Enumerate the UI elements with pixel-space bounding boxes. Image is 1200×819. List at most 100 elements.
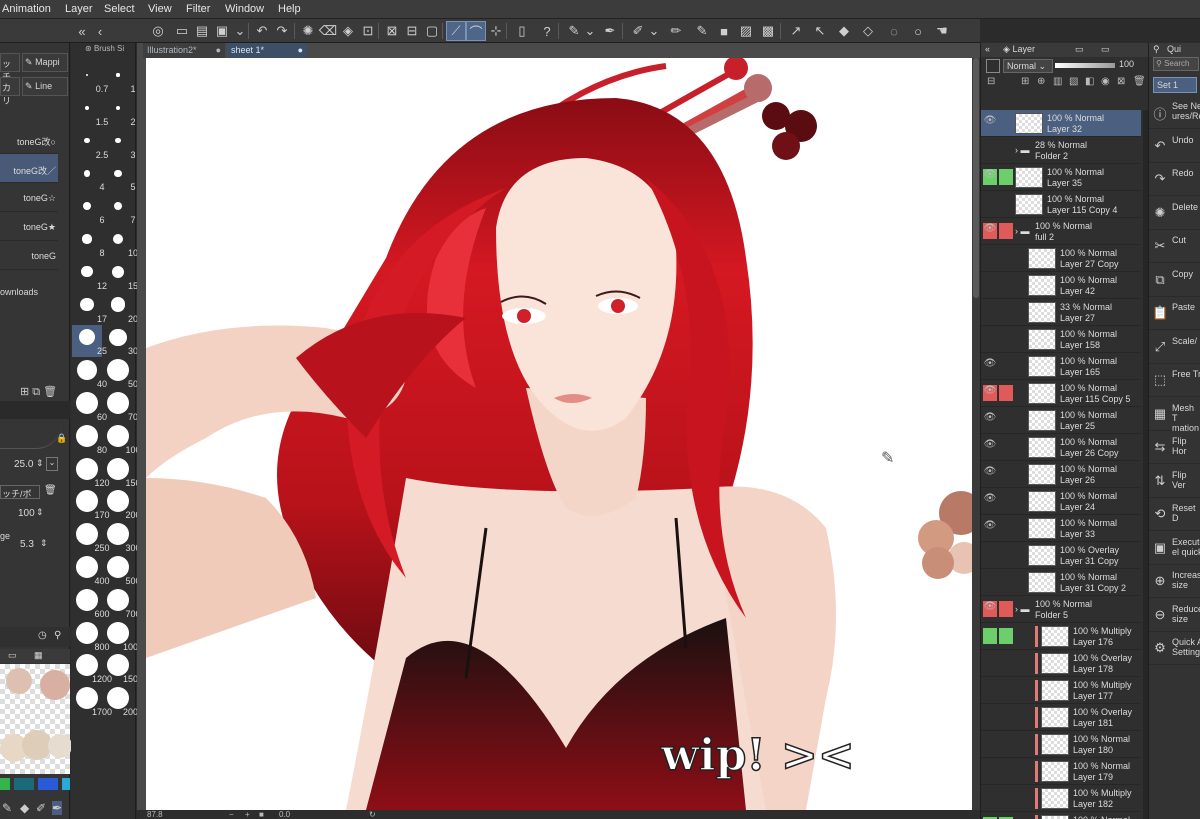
color-swatch[interactable] — [38, 778, 58, 790]
property-tab-icon[interactable]: ▭ — [1101, 44, 1110, 55]
brush-size-value[interactable]: 25.0 — [14, 459, 33, 470]
sub-tool-mapping[interactable]: ✎ Mappi — [22, 53, 68, 72]
brush-size-item[interactable]: 1.5 — [72, 96, 108, 128]
layer-folder[interactable]: 👁 › ▬ 100 % Normal full 2 — [981, 218, 1141, 245]
eye-icon[interactable] — [983, 736, 997, 752]
brush-size-item[interactable]: 0.7 — [72, 63, 108, 95]
command-execute[interactable]: ▣ Execute el quick — [1149, 532, 1200, 565]
eye-icon[interactable]: 👁 — [983, 115, 997, 131]
zoom-in-icon[interactable]: + — [245, 810, 250, 819]
navigator-tab-icon[interactable]: ▭ — [1075, 44, 1084, 55]
brush-size-item[interactable]: 1700 — [72, 686, 112, 718]
search-icon[interactable]: ⚲ — [1153, 44, 1160, 55]
command-flip-v[interactable]: ⇅ Flip Ver — [1149, 465, 1200, 498]
eye-icon[interactable]: 👁 — [983, 439, 997, 455]
tone-item[interactable]: toneG★ — [0, 212, 58, 241]
new-vector-icon[interactable]: ⊕ — [1037, 76, 1045, 87]
brush-size-item[interactable]: 25 — [72, 325, 107, 358]
command-scissors[interactable]: ✂ Cut — [1149, 230, 1200, 263]
brush-icon[interactable]: ✎ — [2, 801, 12, 815]
layer-lock-icon[interactable] — [999, 763, 1013, 779]
menu-view[interactable]: View — [148, 3, 172, 15]
brush-size-item[interactable]: 3 — [103, 129, 136, 161]
eye-icon[interactable] — [983, 277, 997, 293]
color-tab-icon[interactable]: ▭ — [8, 650, 17, 661]
brush-size-item[interactable]: 70 — [103, 391, 138, 423]
command-paste[interactable]: 📋 Paste — [1149, 297, 1200, 330]
brush-size-item[interactable]: 6 — [72, 194, 105, 226]
brush-size-tab[interactable]: ⊛ Brush Si — [85, 44, 124, 56]
layer-folder[interactable]: 👁 › ▬ 100 % Normal Folder 5 — [981, 596, 1141, 623]
layer-row[interactable]: 100 % Normal Layer 42 — [981, 272, 1141, 299]
select-tool-icon[interactable]: ↖ — [810, 21, 830, 41]
eye-icon[interactable]: 👁 — [983, 358, 997, 374]
eye-icon[interactable] — [983, 655, 997, 671]
quick-search-input[interactable]: ⚲ Search — [1153, 57, 1199, 71]
command-mesh[interactable]: ▦ Mesh T mation — [1149, 398, 1200, 433]
layer-lock-icon[interactable] — [999, 277, 1013, 293]
help-icon[interactable]: ? — [537, 21, 557, 41]
fit-icon[interactable]: ■ — [259, 810, 264, 819]
eye-icon[interactable]: 👁 — [983, 223, 997, 239]
layer-tab[interactable]: ◈ Layer — [1003, 44, 1035, 55]
layer-lock-icon[interactable] — [999, 466, 1013, 482]
brush-size-item[interactable]: 80 — [72, 424, 107, 456]
close-icon[interactable]: ● — [298, 45, 303, 55]
vertical-scrollbar[interactable] — [972, 58, 980, 810]
pressure-curve[interactable] — [0, 423, 62, 449]
menu-select[interactable]: Select — [104, 3, 135, 15]
command-copy[interactable]: ⧉ Copy — [1149, 264, 1200, 297]
pencil-icon[interactable]: ✏ — [666, 21, 686, 41]
layer-lock-icon[interactable] — [999, 142, 1013, 158]
layer-lock-icon[interactable] — [999, 547, 1013, 563]
layer-type-icon[interactable] — [986, 59, 1000, 73]
collapse-left-icon[interactable]: « — [72, 21, 92, 41]
layer-lock-icon[interactable] — [999, 358, 1013, 374]
brush-size-item[interactable]: 100 — [103, 424, 141, 456]
command-quick-access[interactable]: ⚙ Quick A Settings — [1149, 632, 1200, 665]
folder-icon[interactable]: › ▬ — [1015, 604, 1030, 614]
eye-icon[interactable] — [983, 709, 997, 725]
deselect-icon[interactable]: ⊠ — [382, 21, 402, 41]
layer-row[interactable]: 100 % Normal Layer 115 Copy 4 — [981, 191, 1141, 218]
pen-icon[interactable]: ✒ — [52, 801, 63, 815]
layer-row[interactable]: 👁 100 % Normal Layer 26 Copy — [981, 434, 1141, 461]
brush-size-item[interactable]: 60 — [72, 391, 107, 423]
brush-size-item[interactable]: 700 — [103, 588, 141, 620]
brush-size-item[interactable]: 17 — [72, 293, 107, 325]
stepper-icon[interactable]: ⇕ — [36, 507, 44, 518]
layer-row[interactable]: 👁 100 % Normal Layer 32 — [981, 110, 1141, 137]
stepper-icon[interactable]: ⇕ — [40, 538, 48, 549]
rotate-icon[interactable]: ↻ — [369, 810, 376, 819]
crop-icon[interactable]: ⊡ — [358, 21, 378, 41]
layer-lock-icon[interactable] — [999, 601, 1013, 617]
lasso-icon[interactable]: ◌ — [884, 21, 904, 41]
command-scale[interactable]: ⤢ Scale/ — [1149, 331, 1200, 364]
brush-size-item[interactable]: 300 — [103, 522, 141, 554]
tone-item[interactable]: toneG — [0, 241, 58, 270]
marker-icon[interactable]: ✎ — [692, 21, 712, 41]
brush-size-item[interactable]: 40 — [72, 358, 107, 390]
brush-size-item[interactable]: 50 — [103, 358, 138, 390]
eye-icon[interactable]: 👁 — [983, 412, 997, 428]
eye-icon[interactable]: 👁 — [983, 493, 997, 509]
layer-lock-icon[interactable] — [999, 304, 1013, 320]
layer-row[interactable]: 👁 100 % Normal Layer 24 — [981, 488, 1141, 515]
range-value[interactable]: 5.3 — [20, 539, 34, 550]
menu-filter[interactable]: Filter — [186, 3, 210, 15]
collapse-icon[interactable]: « — [985, 44, 990, 54]
brush-size-item[interactable]: 10 — [103, 227, 138, 259]
ruler-snap-icon[interactable]: ⟋ — [446, 21, 466, 41]
brush-size-item[interactable]: 7 — [103, 194, 136, 226]
layer-row[interactable]: 100 % Normal Layer 31 Copy 2 — [981, 569, 1141, 596]
folder-icon[interactable]: › ▬ — [1015, 145, 1030, 155]
close-icon[interactable]: ● — [216, 45, 221, 55]
tone-item[interactable]: toneG☆ — [0, 183, 58, 212]
layer-folder[interactable]: › ▬ 28 % Normal Folder 2 — [981, 137, 1141, 164]
eye-icon[interactable] — [983, 142, 997, 158]
sub-tool-hatch[interactable]: ッチ — [0, 53, 20, 82]
color-swatch[interactable] — [6, 668, 32, 694]
menu-window[interactable]: Window — [225, 3, 264, 15]
eye-icon[interactable] — [983, 196, 997, 212]
layer-row[interactable]: 100 % Overlay Layer 31 Copy — [981, 542, 1141, 569]
